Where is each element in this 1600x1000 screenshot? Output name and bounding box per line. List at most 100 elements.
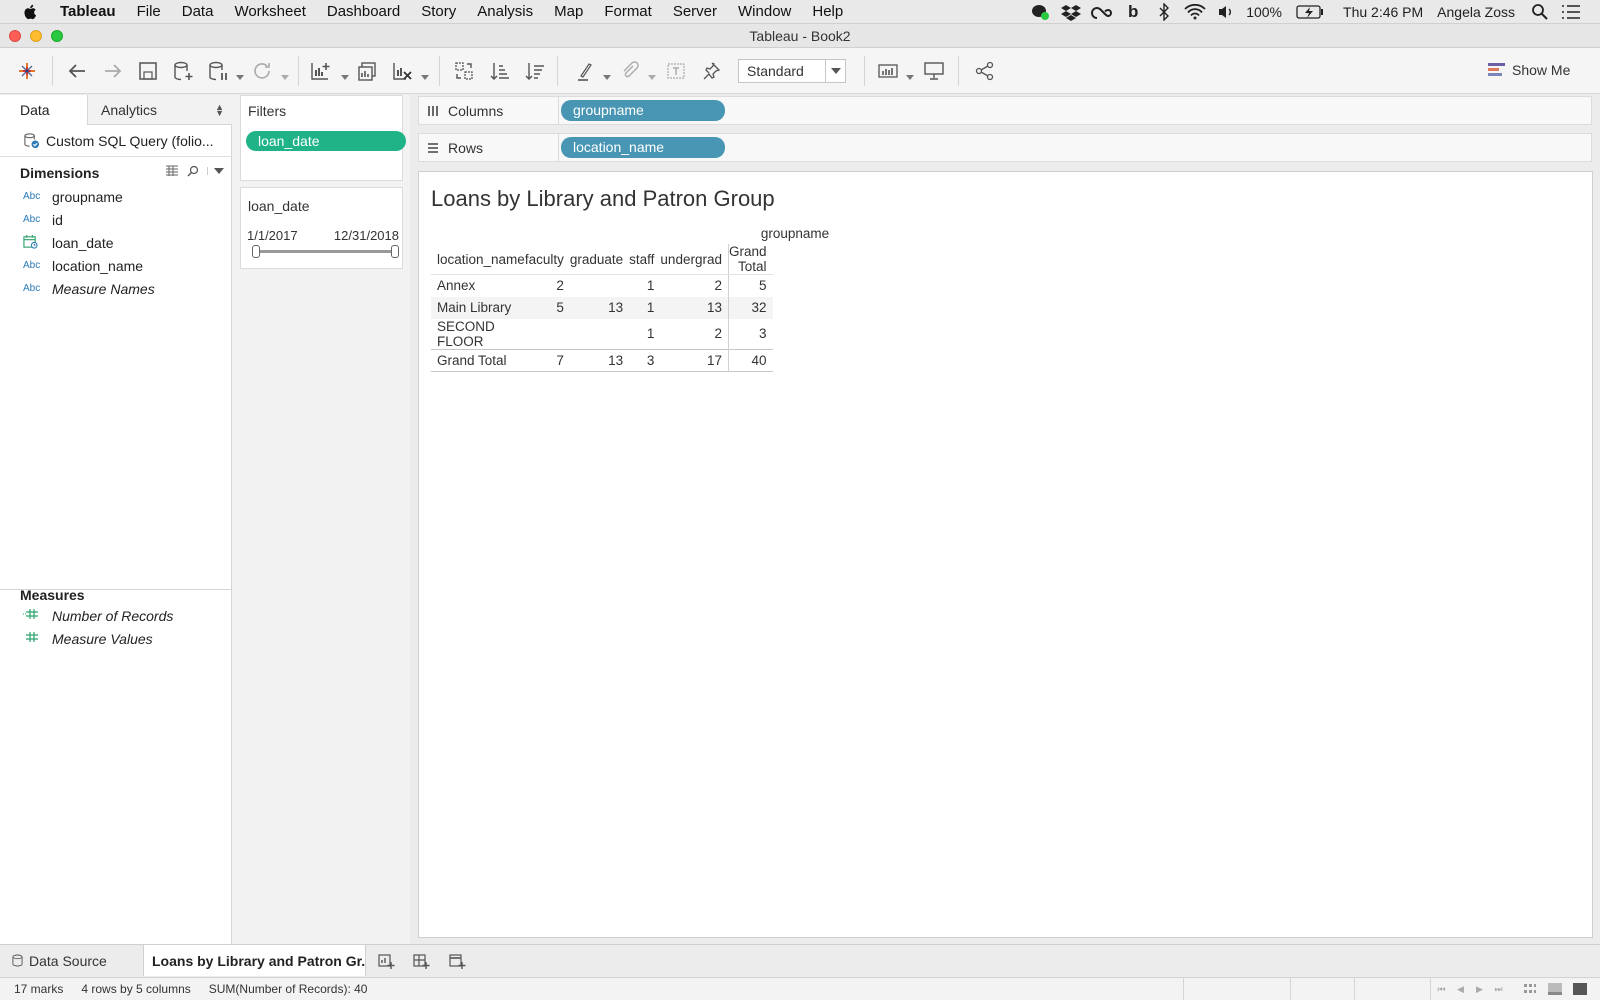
clear-sheet-dropdown-icon[interactable] (421, 68, 429, 80)
table-cell-total[interactable]: 17 (660, 348, 729, 372)
apple-menu-icon[interactable] (22, 3, 42, 21)
table-cell[interactable]: 1 (629, 296, 661, 319)
menu-story[interactable]: Story (421, 3, 456, 20)
show-filmstrip-icon[interactable] (1521, 982, 1538, 996)
row-field-header[interactable]: location_name (431, 244, 525, 275)
volume-icon[interactable] (1215, 3, 1237, 21)
field-location-name[interactable]: Abc location_name (0, 254, 232, 277)
table-cell-total[interactable]: 32 (727, 296, 773, 319)
viz-view[interactable]: Loans by Library and Patron Group groupn… (418, 171, 1593, 938)
column-header-staff[interactable]: staff (629, 244, 661, 275)
fix-axes-icon[interactable] (699, 60, 723, 82)
menu-server[interactable]: Server (673, 3, 717, 20)
show-tabs-icon[interactable] (1571, 982, 1588, 996)
b-app-icon[interactable]: b (1122, 2, 1144, 21)
tab-worksheet[interactable]: Loans by Library and Patron Gr... (144, 945, 366, 976)
column-field-header[interactable]: groupname (755, 226, 835, 241)
sort-descending-icon[interactable] (523, 60, 547, 82)
range-slider-track[interactable] (255, 250, 395, 253)
field-groupname[interactable]: Abc groupname (0, 185, 232, 208)
show-cards-dropdown-icon[interactable] (906, 68, 914, 80)
table-cell[interactable]: 1 (629, 319, 660, 350)
menu-analysis[interactable]: Analysis (477, 3, 533, 20)
new-dashboard-tab-icon[interactable] (410, 950, 432, 972)
show-cards-icon[interactable] (876, 60, 900, 82)
filters-shelf[interactable]: Filters loan_date (240, 95, 406, 181)
table-cell-total[interactable]: 3 (727, 318, 773, 349)
view-data-icon[interactable] (165, 165, 179, 177)
row-header[interactable]: Annex (431, 275, 525, 297)
rows-shelf[interactable]: Rows location_name (418, 133, 1592, 162)
menu-dashboard[interactable]: Dashboard (327, 3, 400, 20)
field-measure-names[interactable]: Abc Measure Names (0, 277, 232, 300)
spotlight-search-icon[interactable] (1529, 3, 1551, 21)
new-worksheet-icon[interactable] (308, 60, 332, 82)
column-header-grand-total[interactable]: Grand Total (727, 244, 773, 275)
field-loan-date[interactable]: loan_date (0, 231, 232, 254)
table-cell[interactable] (570, 275, 629, 297)
table-cell-total[interactable]: 3 (629, 348, 661, 372)
table-cell[interactable]: 2 (660, 275, 728, 297)
previous-sheet-icon[interactable]: ◀ (1452, 982, 1469, 996)
range-slider-right-handle[interactable] (391, 245, 399, 258)
range-start[interactable]: 1/1/2017 (247, 228, 298, 243)
wifi-icon[interactable] (1184, 3, 1206, 21)
fit-select[interactable]: Standard (738, 59, 846, 83)
undo-icon[interactable] (65, 60, 89, 82)
field-measure-values[interactable]: Measure Values (0, 627, 232, 650)
group-members-icon[interactable] (618, 60, 642, 82)
chat-status-icon[interactable] (1029, 3, 1051, 21)
dropbox-icon[interactable] (1060, 3, 1082, 21)
new-worksheet-dropdown-icon[interactable] (341, 68, 349, 80)
menu-worksheet[interactable]: Worksheet (234, 3, 305, 20)
show-me-button[interactable]: Show Me (1488, 62, 1570, 78)
first-sheet-icon[interactable]: ⏮ (1433, 982, 1450, 996)
presentation-mode-icon[interactable] (922, 60, 946, 82)
table-cell[interactable] (525, 319, 570, 350)
battery-icon[interactable] (1296, 3, 1324, 21)
range-end[interactable]: 12/31/2018 (334, 228, 399, 243)
highlight-dropdown-icon[interactable] (603, 68, 611, 80)
table-cell[interactable]: 5 (524, 296, 570, 319)
menu-format[interactable]: Format (604, 3, 652, 20)
worksheet-title[interactable]: Loans by Library and Patron Group (431, 186, 775, 212)
group-members-dropdown-icon[interactable] (648, 68, 656, 80)
table-cell[interactable]: 2 (660, 319, 728, 350)
range-slider-left-handle[interactable] (252, 245, 260, 258)
column-header-graduate[interactable]: graduate (569, 244, 630, 275)
new-worksheet-tab-icon[interactable] (375, 950, 397, 972)
creative-cloud-icon[interactable] (1091, 3, 1113, 21)
swap-rows-columns-icon[interactable] (452, 60, 476, 82)
columns-shelf[interactable]: Columns groupname (418, 96, 1592, 125)
table-cell-total[interactable]: 7 (524, 348, 570, 372)
tab-data[interactable]: Data (0, 95, 88, 125)
column-header-faculty[interactable]: faculty (524, 244, 570, 275)
menu-help[interactable]: Help (812, 3, 843, 20)
tab-analytics[interactable]: Analytics ▲ ▼ (88, 95, 232, 124)
save-icon[interactable] (136, 60, 160, 82)
search-icon[interactable] (187, 165, 199, 177)
new-data-source-icon[interactable] (171, 60, 195, 82)
tab-data-source[interactable]: Data Source (0, 945, 144, 976)
table-cell[interactable] (570, 319, 629, 350)
menubar-clock[interactable]: Thu 2:46 PM (1343, 4, 1423, 20)
show-sheet-sorter-icon[interactable] (1546, 982, 1563, 996)
next-sheet-icon[interactable]: ▶ (1471, 982, 1488, 996)
menu-data[interactable]: Data (182, 3, 214, 20)
field-id[interactable]: Abc id (0, 208, 232, 231)
pause-updates-dropdown-icon[interactable] (236, 68, 244, 80)
sort-ascending-icon[interactable] (488, 60, 512, 82)
data-source-item[interactable]: Custom SQL Query (folio... (0, 125, 232, 157)
column-header-undergrad[interactable]: undergrad (660, 244, 729, 275)
table-cell[interactable]: 13 (660, 296, 729, 319)
field-number-of-records[interactable]: Number of Records (0, 604, 232, 627)
row-header[interactable]: Grand Total (431, 348, 525, 372)
bluetooth-icon[interactable] (1153, 3, 1175, 21)
table-cell[interactable]: 2 (525, 275, 570, 297)
menu-app-name[interactable]: Tableau (60, 3, 116, 20)
table-cell[interactable]: 13 (569, 296, 630, 319)
show-mark-labels-icon[interactable] (664, 60, 688, 82)
share-icon[interactable] (973, 60, 997, 82)
columns-pill-groupname[interactable]: groupname (561, 100, 725, 121)
duplicate-sheet-icon[interactable] (355, 60, 379, 82)
